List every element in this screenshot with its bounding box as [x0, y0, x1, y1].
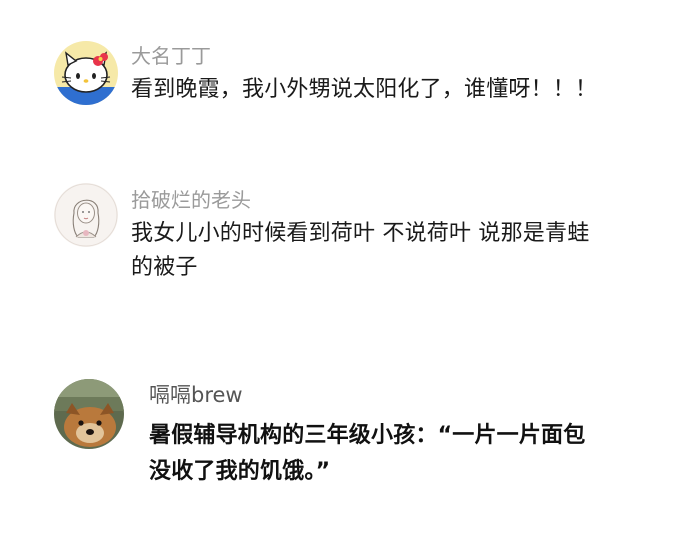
comment-text: 看到晚霞，我小外甥说太阳化了，谁懂呀！！！: [131, 77, 598, 102]
comment-text-line: 的被子: [131, 255, 198, 280]
username[interactable]: 嗝嗝brew: [149, 383, 243, 407]
comment-text-line: 没收了我的饥饿。”: [149, 459, 331, 484]
username[interactable]: 大名丁丁: [131, 44, 211, 68]
comment-text-line: 我女儿小的时候看到荷叶 不说荷叶 说那是青蛙: [131, 221, 590, 246]
dog-photo-avatar[interactable]: [54, 379, 124, 449]
username[interactable]: 拾破烂的老头: [131, 188, 251, 212]
sketch-girl-avatar[interactable]: [54, 183, 118, 247]
comment-text-line: 暑假辅导机构的三年级小孩：“一片一片面包: [149, 423, 586, 448]
hello-kitty-avatar[interactable]: [54, 41, 118, 105]
